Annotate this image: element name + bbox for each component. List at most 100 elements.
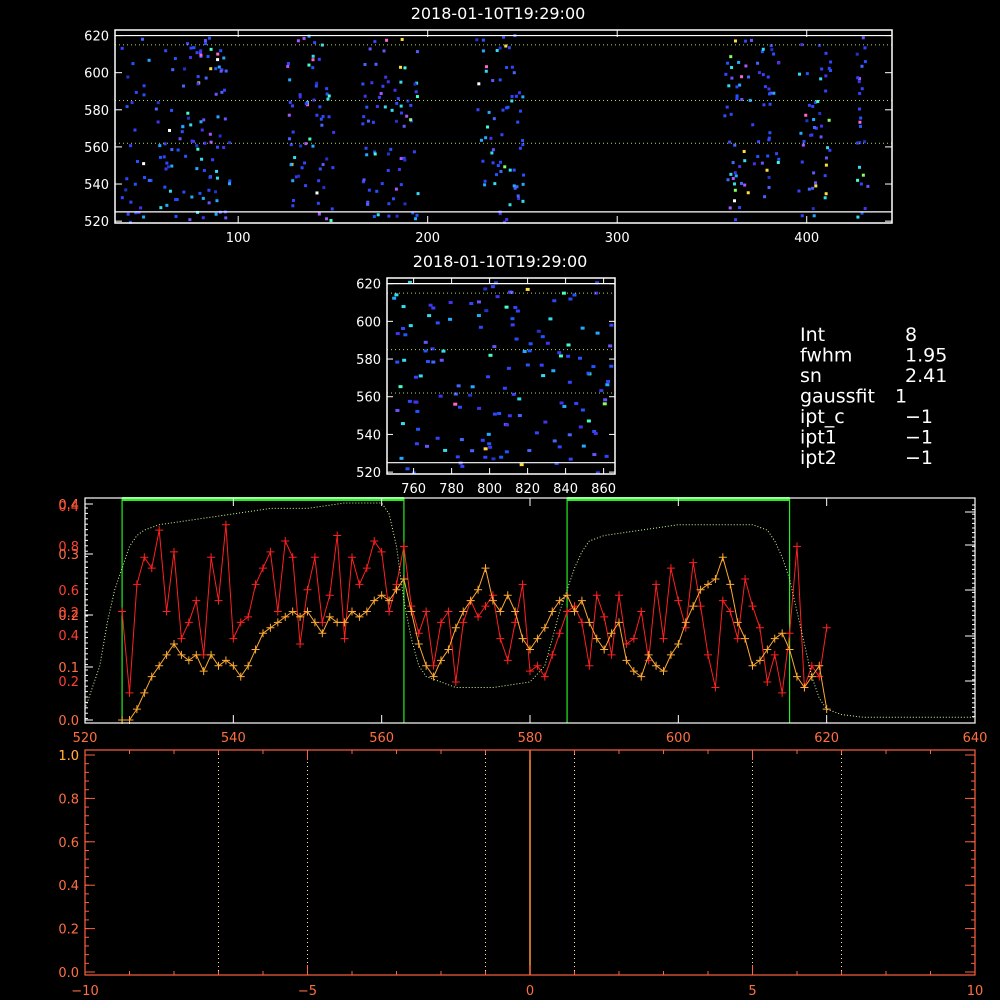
top-pixel	[476, 108, 480, 112]
series-point-0	[184, 618, 193, 627]
series-point-0	[518, 580, 527, 589]
lower-xtick-label: 10	[967, 984, 984, 999]
figure-canvas: 2018-01-10T19:29:00 100 200 300 40052054056…	[58, 4, 987, 999]
zoom-pixel	[469, 302, 474, 306]
top-pixel	[728, 206, 732, 210]
lower-ytick-label: 0.2	[58, 923, 79, 938]
top-pixel	[412, 150, 416, 154]
series-point-1	[644, 650, 653, 659]
top-pixel	[859, 116, 863, 120]
top-pixel	[288, 137, 292, 141]
top-pixel	[777, 157, 781, 161]
series-point-1	[147, 672, 156, 681]
top-pixel	[214, 212, 218, 216]
top-pixel	[820, 67, 824, 71]
zoom-pixel	[510, 323, 515, 327]
top-pixel	[735, 85, 739, 89]
zoom-pixel	[487, 442, 492, 446]
top-pixel	[857, 165, 861, 169]
zoom-pixel	[606, 379, 611, 383]
series-point-1	[526, 645, 534, 654]
top-pixel	[141, 37, 145, 41]
top-pixel	[756, 61, 760, 65]
series-point-1	[563, 591, 572, 600]
zoom-pixel	[568, 297, 573, 301]
top-pixel	[147, 178, 151, 182]
top-pixel	[168, 128, 172, 132]
top-pixel	[364, 146, 368, 150]
top-pixel	[198, 191, 202, 195]
top-pixel	[202, 118, 206, 122]
zoom-pixel	[578, 425, 583, 429]
series-point-1	[236, 672, 245, 681]
top-pixel	[389, 147, 393, 151]
top-pixel	[799, 131, 803, 135]
series-point-1	[488, 596, 497, 605]
zoom-pixel	[562, 404, 567, 408]
series-point-1	[370, 596, 379, 605]
top-pixel	[415, 50, 419, 54]
series-point-1	[503, 591, 512, 600]
zoom-pixel	[399, 456, 404, 460]
top-pixel	[163, 185, 167, 189]
series-point-1	[214, 661, 223, 670]
top-pixel	[222, 56, 226, 60]
top-pixel	[208, 132, 212, 136]
zoom-pixel	[519, 463, 524, 467]
zoom-pixel	[506, 366, 511, 370]
zoom-pixel	[448, 317, 453, 321]
series-point-1	[726, 580, 735, 589]
series-point-1	[718, 553, 727, 562]
top-pixel	[724, 72, 728, 76]
top-pixel	[518, 146, 522, 150]
info-value: −1	[905, 406, 933, 428]
top-pixel	[219, 69, 223, 73]
top-pixel	[800, 214, 804, 218]
top-pixel	[376, 213, 380, 217]
top-pixel	[315, 81, 319, 85]
zoom-pixel-layer	[392, 280, 614, 475]
series-point-1	[444, 645, 453, 654]
series-point-0	[192, 596, 201, 605]
top-pixel	[508, 168, 512, 172]
series-point-0	[459, 618, 468, 627]
top-pixel	[322, 186, 326, 190]
top-pixel	[383, 105, 387, 109]
top-pixel	[289, 163, 293, 167]
series-point-1	[793, 672, 801, 681]
zoom-pixel	[428, 303, 433, 307]
series-point-1	[259, 629, 267, 638]
series-point-1	[281, 612, 290, 621]
zoom-pixel	[413, 375, 418, 379]
series-point-0	[555, 629, 564, 638]
series-point-0	[474, 612, 483, 621]
top-pixel	[174, 198, 178, 202]
series-point-0	[659, 634, 668, 643]
series-point-0	[600, 612, 609, 621]
zoom-pixel	[486, 432, 491, 436]
top-pixel	[373, 40, 377, 44]
zoom-pixel	[581, 444, 586, 448]
top-pixel	[829, 60, 833, 64]
top-pixel	[493, 182, 497, 186]
top-pixel	[223, 117, 227, 121]
zoom-pixel	[567, 380, 572, 384]
top-pixel	[164, 167, 168, 171]
top-pixel	[490, 151, 494, 155]
zoom-pixel	[602, 402, 607, 406]
top-pixel	[725, 105, 729, 109]
series-point-0	[221, 520, 230, 529]
top-pixel	[142, 84, 146, 88]
top-pixel	[366, 202, 370, 206]
top-pixel	[124, 188, 128, 192]
zoom-pixel	[559, 401, 564, 405]
top-pixel	[382, 49, 386, 53]
top-ytick-label: 620	[84, 30, 109, 45]
zoom-pixel	[478, 325, 483, 329]
zoom-pixel	[557, 351, 562, 355]
top-pixel	[206, 55, 210, 59]
top-pixel	[400, 111, 404, 115]
top-pixel	[763, 195, 767, 199]
top-pixel	[484, 136, 488, 140]
top-pixel	[178, 137, 182, 141]
